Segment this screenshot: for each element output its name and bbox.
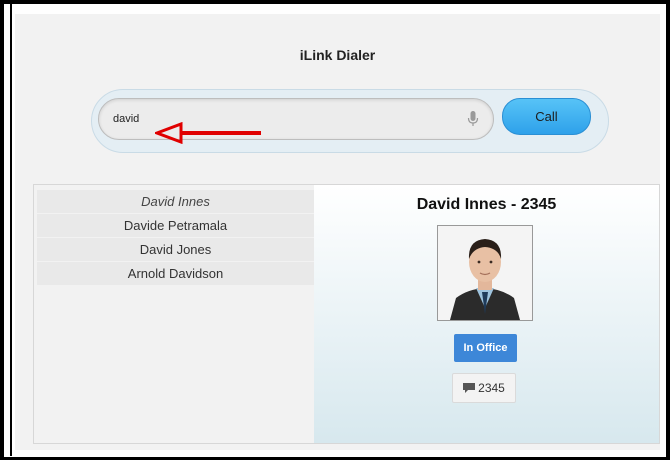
microphone-icon[interactable] <box>467 110 479 128</box>
list-item[interactable]: Davide Petramala <box>37 214 314 237</box>
list-item[interactable]: David Jones <box>37 238 314 261</box>
avatar <box>438 226 532 320</box>
results-list: David Innes Davide Petramala David Jones… <box>37 190 314 286</box>
contact-photo <box>437 225 533 321</box>
contact-detail: David Innes - 2345 In Office 2345 <box>314 185 659 443</box>
message-icon <box>463 383 476 393</box>
frame-divider <box>10 4 12 456</box>
call-button[interactable]: Call <box>502 98 591 135</box>
page-title: iLink Dialer <box>299 47 376 63</box>
annotation-arrow <box>155 122 261 144</box>
message-button[interactable]: 2345 <box>452 373 516 403</box>
list-item[interactable]: Arnold Davidson <box>37 262 314 285</box>
contacts-area: David Innes Davide Petramala David Jones… <box>33 184 660 444</box>
contact-title: David Innes - 2345 <box>416 196 557 213</box>
dialer-panel: iLink Dialer Call David Innes Davide Pet… <box>15 14 660 450</box>
status-badge[interactable]: In Office <box>454 334 517 362</box>
list-item[interactable]: David Innes <box>37 190 314 213</box>
extension-label: 2345 <box>478 381 505 395</box>
